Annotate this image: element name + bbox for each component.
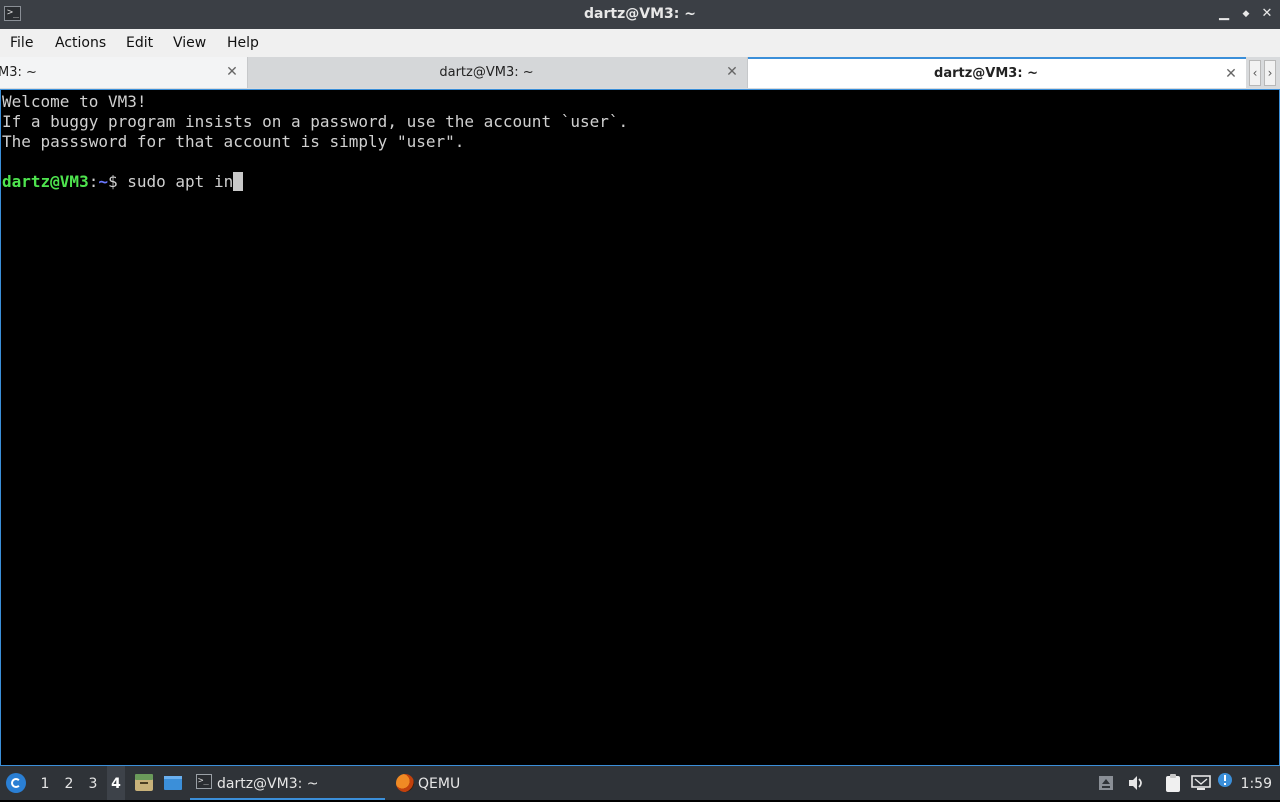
show-desktop-icon[interactable] xyxy=(163,774,183,792)
tab-close-icon[interactable]: ✕ xyxy=(725,65,739,79)
menu-actions[interactable]: Actions xyxy=(55,29,106,57)
menu-view[interactable]: View xyxy=(173,29,206,57)
tab-scroll-right-icon[interactable]: › xyxy=(1264,60,1276,86)
menu-file[interactable]: File xyxy=(10,29,33,57)
tab-bar: M3: ~ ✕ dartz@VM3: ~ ✕ dartz@VM3: ~ ✕ ‹ … xyxy=(0,57,1280,89)
prompt-symbol: $ xyxy=(107,172,128,191)
terminal-line: The passsword for that account is simply… xyxy=(2,132,465,151)
minimize-icon[interactable]: ▁ xyxy=(1216,6,1232,22)
clock[interactable]: 1:59 xyxy=(1241,766,1272,800)
tab-1[interactable]: M3: ~ ✕ xyxy=(0,57,248,88)
workspace-3[interactable]: 3 xyxy=(84,766,102,800)
volume-icon[interactable] xyxy=(1127,775,1145,791)
terminal-line: Welcome to VM3! xyxy=(2,92,147,111)
tab-scroll-left-icon[interactable]: ‹ xyxy=(1249,60,1261,86)
window-titlebar: >_ dartz@VM3: ~ ▁ ◆ ✕ xyxy=(0,0,1280,29)
maximize-icon[interactable]: ◆ xyxy=(1238,6,1254,22)
tab-close-icon[interactable]: ✕ xyxy=(1224,67,1238,81)
terminal-prompt-line: dartz@VM3:~$ sudo apt in xyxy=(2,172,244,192)
workspace-4[interactable]: 4 xyxy=(107,766,125,800)
window-title: dartz@VM3: ~ xyxy=(584,6,696,22)
tab-3-active[interactable]: dartz@VM3: ~ ✕ xyxy=(748,57,1246,88)
menu-help[interactable]: Help xyxy=(227,29,259,57)
updates-icon[interactable] xyxy=(1098,775,1114,791)
task-qemu[interactable]: QEMU xyxy=(390,766,510,800)
tab-label: dartz@VM3: ~ xyxy=(439,65,534,80)
tab-label: dartz@VM3: ~ xyxy=(934,66,1038,81)
workspace-2[interactable]: 2 xyxy=(60,766,78,800)
notification-icon[interactable] xyxy=(1217,772,1233,788)
prompt-separator: : xyxy=(88,172,99,191)
terminal-line: If a buggy program insists on a password… xyxy=(2,112,629,131)
menu-bar: File Actions Edit View Help xyxy=(0,29,1280,57)
tab-label: M3: ~ xyxy=(0,65,37,80)
task-label: QEMU xyxy=(418,776,461,792)
start-menu-icon[interactable] xyxy=(6,773,26,793)
tab-2[interactable]: dartz@VM3: ~ ✕ xyxy=(248,57,748,88)
menu-edit[interactable]: Edit xyxy=(126,29,153,57)
network-icon[interactable] xyxy=(1191,775,1211,791)
terminal-icon: >_ xyxy=(196,774,212,789)
close-icon[interactable]: ✕ xyxy=(1259,6,1275,22)
task-terminal[interactable]: >_ dartz@VM3: ~ xyxy=(190,766,385,800)
text-cursor xyxy=(233,172,244,191)
task-label: dartz@VM3: ~ xyxy=(217,776,319,792)
prompt-user-host: dartz@VM3 xyxy=(2,172,89,191)
file-manager-icon[interactable] xyxy=(134,774,154,792)
qemu-icon xyxy=(396,774,414,792)
taskbar: 1 2 3 4 >_ dartz@VM3: ~ QEMU 1:59 xyxy=(0,766,1280,800)
workspace-1[interactable]: 1 xyxy=(36,766,54,800)
command-input[interactable]: sudo apt in xyxy=(127,172,233,191)
tab-close-icon[interactable]: ✕ xyxy=(225,65,239,79)
terminal-view[interactable]: Welcome to VM3! If a buggy program insis… xyxy=(0,89,1280,766)
clipboard-icon[interactable] xyxy=(1163,774,1183,792)
prompt-path: ~ xyxy=(98,172,108,191)
